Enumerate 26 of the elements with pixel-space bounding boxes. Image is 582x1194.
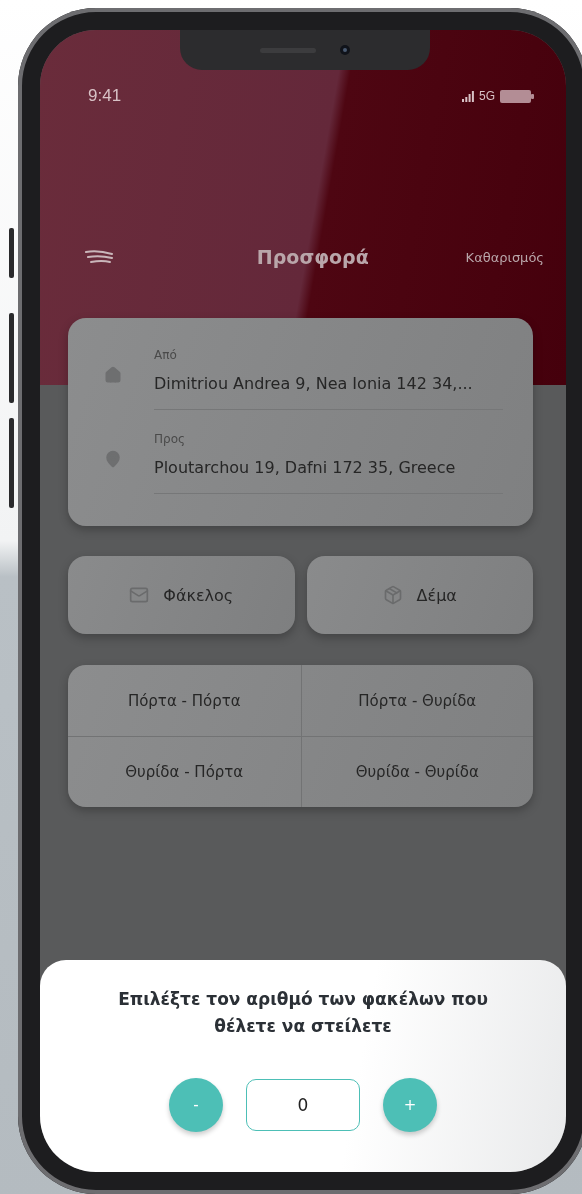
battery-icon [500,89,534,103]
status-time: 9:41 [88,86,122,106]
home-icon [104,366,122,384]
envelope-icon [129,585,150,605]
decrement-button[interactable]: - [169,1078,223,1132]
map-pin-icon [104,450,122,468]
delivery-option[interactable]: Θυρίδα - Πόρτα [68,736,301,807]
clear-button[interactable]: Καθαρισμός [465,249,544,265]
address-text[interactable]: Dimitriou Andrea 9, Nea Ionia 142 34,... [154,374,503,393]
network-label: 5G [479,89,495,103]
address-text[interactable]: Ploutarchou 19, Dafni 172 35, Greece [154,458,503,477]
signal-icon [462,90,474,102]
quantity-field[interactable]: 0 [246,1079,360,1131]
sheet-title: Επιλέξτε τον αριθμό των φακέλων που θέλετε να στείλετε [117,988,489,1038]
delivery-option[interactable]: Θυρίδα - Θυρίδα [300,736,533,807]
package-type-button[interactable]: Δέμα [306,556,533,634]
stop-label: Από [154,348,178,362]
camera-icon [340,45,350,55]
stop-label: Προς [154,432,187,446]
menu-icon[interactable] [84,250,114,264]
box-icon [382,585,403,605]
delivery-option[interactable]: Πόρτα - Πόρτα [68,665,301,736]
page-title: Προσφορά [256,246,369,268]
increment-button[interactable]: + [383,1078,437,1132]
delivery-option[interactable]: Πόρτα - Θυρίδα [300,665,533,736]
package-type-button[interactable]: Φάκελος [68,556,295,634]
